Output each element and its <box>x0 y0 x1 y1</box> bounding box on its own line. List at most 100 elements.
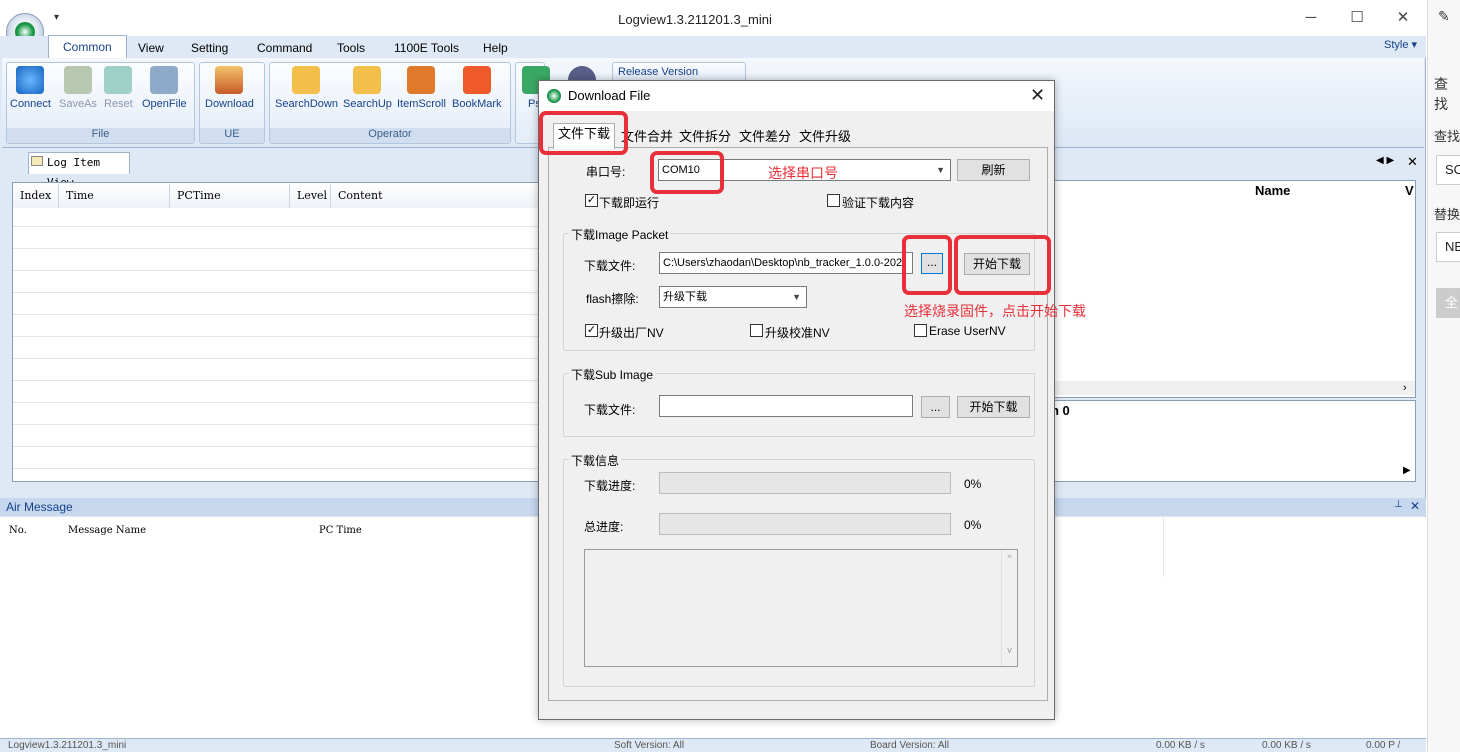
flash-erase-combo[interactable]: 升级下载 ▼ <box>659 286 807 308</box>
sub-file-label: 下载文件: <box>584 403 636 417</box>
bookmark-button[interactable]: BookMark <box>452 66 502 110</box>
col-content[interactable]: Content <box>331 184 541 208</box>
itemscroll-button[interactable]: ItemScroll <box>397 66 446 110</box>
download-button[interactable]: Download <box>205 66 254 110</box>
detail-hscrollbar[interactable] <box>1051 381 1415 395</box>
quick-access-dropdown-icon[interactable]: ▾ <box>54 12 59 23</box>
close-button[interactable]: ✕ <box>1388 8 1418 28</box>
pin-icon[interactable]: ⊥ <box>1394 499 1403 510</box>
log-item-view-tab[interactable]: Log Item View <box>28 152 130 189</box>
release-version-label: Release Version <box>618 66 699 78</box>
image-file-path[interactable]: C:\Users\zhaodan\Desktop\nb_tracker_1.0.… <box>659 252 913 274</box>
tab-command[interactable]: Command <box>249 38 320 58</box>
total-progress-bar <box>659 513 951 535</box>
dialog-app-icon <box>547 89 561 103</box>
folder-icon <box>31 156 43 166</box>
chevron-down-icon: ▼ <box>936 165 945 175</box>
tab-file-upgrade[interactable]: 文件升级 <box>794 126 856 148</box>
file-group-caption: File <box>7 128 194 143</box>
tab-setting[interactable]: Setting <box>183 38 236 58</box>
minimize-button[interactable]: ─ <box>1296 8 1326 28</box>
run-after-checkbox[interactable]: ✓ <box>585 194 598 207</box>
verify-checkbox[interactable] <box>827 194 840 207</box>
download-progress-bar <box>659 472 951 494</box>
tab-1100e-tools[interactable]: 1100E Tools <box>386 38 467 58</box>
chevron-down-icon: ▼ <box>792 292 801 302</box>
highlight-port <box>650 151 724 194</box>
scroll-down-icon[interactable]: v <box>1002 645 1017 655</box>
status-soft-version: Soft Version: All <box>614 740 685 751</box>
search-down-icon <box>292 66 321 94</box>
col-pc-time[interactable]: PC Time <box>319 525 362 536</box>
tab-tools[interactable]: Tools <box>329 38 373 58</box>
sub-start-download-button[interactable]: 开始下载 <box>957 396 1030 418</box>
saveas-button[interactable]: SaveAs <box>59 66 97 110</box>
ue-group-caption: UE <box>200 128 264 143</box>
status-rate-2: 0.00 KB / s <box>1262 740 1311 751</box>
tab-view[interactable]: View <box>130 38 172 58</box>
value-column-header-fragment[interactable]: V <box>1405 183 1414 198</box>
maximize-button[interactable]: ☐ <box>1342 8 1372 28</box>
tab-scroll-arrows-icon[interactable]: ◀ ▶ <box>1376 155 1394 166</box>
download-progress-value: 0% <box>964 477 982 491</box>
window-title: Logview1.3.211201.3_mini <box>618 12 772 27</box>
tab-file-diff[interactable]: 文件差分 <box>734 126 796 148</box>
erase-user-nv-checkbox[interactable] <box>914 324 927 337</box>
style-menu[interactable]: Style ▾ <box>1384 38 1417 51</box>
reset-icon <box>104 66 133 94</box>
scroll-up-icon[interactable]: ^ <box>1002 553 1017 563</box>
nv-factory-checkbox[interactable]: ✓ <box>585 324 598 337</box>
tab-common[interactable]: Common <box>48 35 127 59</box>
side-find-field[interactable]: SC <box>1436 155 1460 185</box>
openfile-button[interactable]: OpenFile <box>142 66 187 110</box>
saveas-icon <box>63 66 92 94</box>
image-packet-caption: 下载Image Packet <box>569 226 671 243</box>
run-after-label: 下载即运行 <box>599 196 660 210</box>
refresh-button[interactable]: 刷新 <box>957 159 1030 181</box>
col-pctime[interactable]: PCTime <box>170 184 290 208</box>
total-progress-value: 0% <box>964 518 982 532</box>
col-no[interactable]: No. <box>9 525 27 536</box>
edit-icon[interactable]: ✎ <box>1438 8 1450 25</box>
col-level[interactable]: Level <box>290 184 331 208</box>
name-column-header[interactable]: Name <box>1255 183 1290 198</box>
side-panel: ✎ 查找 查找 SC 替换 NE 全 <box>1427 0 1460 752</box>
col-time[interactable]: Time <box>59 184 170 208</box>
sub-browse-button[interactable]: ... <box>921 396 950 418</box>
searchdown-button[interactable]: SearchDown <box>275 66 338 110</box>
search-up-icon <box>353 66 382 94</box>
reset-button[interactable]: Reset <box>104 66 133 110</box>
scroll-right-icon[interactable]: › <box>1403 382 1407 394</box>
nv-factory-label: 升级出厂NV <box>599 326 664 340</box>
panel-close-icon[interactable]: ✕ <box>1407 154 1418 170</box>
download-log-textarea[interactable]: ^ v <box>584 549 1018 667</box>
status-bar: Logview1.3.211201.3_mini Soft Version: A… <box>0 738 1426 752</box>
status-app: Logview1.3.211201.3_mini <box>8 740 127 751</box>
sub-file-path[interactable] <box>659 395 913 417</box>
bookmark-icon <box>462 66 491 94</box>
log-list[interactable]: Index Time PCTime Level Content <box>12 182 542 482</box>
nv-calib-checkbox[interactable] <box>750 324 763 337</box>
scroll-right-button-icon[interactable]: ▶ <box>1403 465 1411 476</box>
side-label-find-2: 查找 <box>1434 129 1460 144</box>
log-vscrollbar[interactable]: ^ v <box>1001 550 1017 666</box>
tab-help[interactable]: Help <box>475 38 516 58</box>
erase-user-nv-label: Erase UserNV <box>929 324 1006 338</box>
connect-button[interactable]: Connect <box>10 66 51 110</box>
air-close-icon[interactable]: ✕ <box>1410 499 1420 513</box>
status-board-version: Board Version: All <box>870 740 949 751</box>
col-index[interactable]: Index <box>13 184 59 208</box>
annotation-select-port: 选择串口号 <box>768 165 838 181</box>
side-replace-field[interactable]: NE <box>1436 232 1460 262</box>
nv-calib-label: 升级校准NV <box>765 326 830 340</box>
status-rate-1: 0.00 KB / s <box>1156 740 1205 751</box>
tab-file-split[interactable]: 文件拆分 <box>674 126 736 148</box>
side-all-button[interactable]: 全 <box>1436 288 1460 318</box>
verify-label: 验证下载内容 <box>842 196 915 210</box>
side-label-find: 查找 <box>1434 76 1448 112</box>
port-label: 串口号: <box>586 165 626 179</box>
col-message-name[interactable]: Message Name <box>68 525 146 536</box>
dialog-close-button[interactable]: ✕ <box>1030 85 1045 106</box>
searchup-button[interactable]: SearchUp <box>343 66 392 110</box>
col-divider <box>1163 517 1164 577</box>
